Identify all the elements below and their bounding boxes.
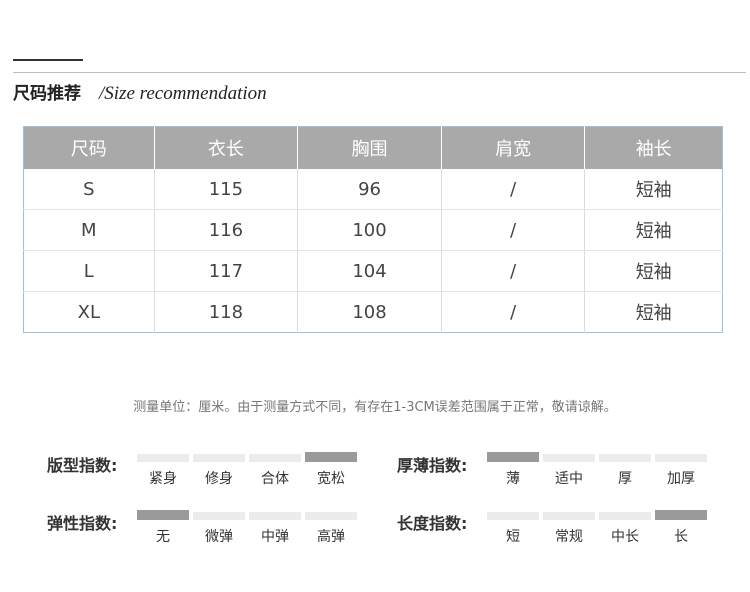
thickness-option-bar: [487, 452, 539, 462]
header-chest: 胸围: [297, 126, 442, 169]
cell-length: 118: [154, 291, 299, 333]
fit-index-label: 版型指数:: [47, 456, 118, 475]
elasticity-option: 中弹: [249, 512, 301, 546]
section-title: 尺码推荐 /Size recommendation: [13, 79, 267, 105]
length-option: 短: [487, 512, 539, 546]
cell-size: L: [23, 250, 155, 292]
cell-chest: 104: [297, 250, 442, 292]
elasticity-option-label: 无: [156, 529, 170, 545]
cell-shoulder: /: [441, 209, 586, 251]
fit-option-label: 宽松: [317, 471, 345, 487]
header-length: 衣长: [154, 126, 299, 169]
cell-size: XL: [23, 291, 155, 333]
fit-option: 合体: [249, 454, 301, 488]
cell-shoulder: /: [441, 291, 586, 333]
fit-option: 宽松: [305, 452, 357, 488]
cell-chest: 96: [297, 169, 442, 210]
cell-length: 117: [154, 250, 299, 292]
measurement-note: 测量单位：厘米。由于测量方式不同，有存在1-3CM误差范围属于正常，敬请谅解。: [133, 400, 617, 415]
length-option-bar: [599, 512, 651, 520]
cell-sleeve: 短袖: [584, 250, 723, 292]
title-english: /Size recommendation: [99, 83, 267, 104]
title-chinese: 尺码推荐: [13, 84, 81, 104]
fit-option-label: 修身: [205, 471, 233, 487]
elasticity-index-label: 弹性指数:: [47, 514, 118, 533]
length-option-label: 中长: [611, 529, 639, 545]
thickness-option-bar: [599, 454, 651, 462]
thickness-index-label: 厚薄指数:: [397, 456, 468, 475]
thickness-option-bar: [543, 454, 595, 462]
cell-sleeve: 短袖: [584, 209, 723, 251]
thickness-option-label: 薄: [506, 471, 520, 487]
elasticity-option: 高弹: [305, 512, 357, 546]
cell-length: 116: [154, 209, 299, 251]
thickness-option: 厚: [599, 454, 651, 488]
length-option: 常规: [543, 512, 595, 546]
thickness-option: 加厚: [655, 454, 707, 488]
header-shoulder: 肩宽: [441, 126, 586, 169]
length-option-bar: [487, 512, 539, 520]
length-option-bar: [655, 510, 707, 520]
fit-option-bar: [305, 452, 357, 462]
size-table: 尺码 衣长 胸围 肩宽 袖长 S 115 96 / 短袖 M 116 100 /…: [23, 126, 723, 333]
cell-chest: 108: [297, 291, 442, 333]
thickness-option: 薄: [487, 452, 539, 488]
cell-size: S: [23, 169, 155, 210]
cell-chest: 100: [297, 209, 442, 251]
length-option-label: 常规: [555, 529, 583, 545]
elasticity-option-bar: [193, 512, 245, 520]
elasticity-option: 无: [137, 510, 189, 546]
elasticity-option-label: 高弹: [317, 529, 345, 545]
elasticity-option-label: 微弹: [205, 529, 233, 545]
length-option: 中长: [599, 512, 651, 546]
fit-option-bar: [137, 454, 189, 462]
table-row: L 117 104 / 短袖: [23, 250, 723, 292]
cell-shoulder: /: [441, 169, 586, 210]
fit-option: 修身: [193, 454, 245, 488]
cell-shoulder: /: [441, 250, 586, 292]
thickness-option: 适中: [543, 454, 595, 488]
table-header-row: 尺码 衣长 胸围 肩宽 袖长: [23, 126, 723, 169]
thickness-option-label: 适中: [555, 471, 583, 487]
cell-sleeve: 短袖: [635, 303, 672, 324]
elasticity-option: 微弹: [193, 512, 245, 546]
cell-length: 115: [154, 169, 299, 210]
length-option-label: 短: [506, 529, 520, 545]
length-option: 长: [655, 510, 707, 546]
table-row: S 115 96 / 短袖: [23, 169, 723, 210]
title-divider: [13, 72, 746, 73]
elasticity-option-label: 中弹: [261, 529, 289, 545]
fit-option-bar: [193, 454, 245, 462]
cell-size: M: [23, 209, 155, 251]
elasticity-option-bar: [249, 512, 301, 520]
thickness-option-bar: [655, 454, 707, 462]
fit-option-label: 合体: [261, 471, 289, 487]
fit-option-label: 紧身: [149, 471, 177, 487]
elasticity-option-bar: [137, 510, 189, 520]
thickness-option-label: 加厚: [667, 471, 695, 487]
length-option-bar: [543, 512, 595, 520]
fit-option-bar: [249, 454, 301, 462]
length-index-label: 长度指数:: [397, 514, 468, 533]
fit-option: 紧身: [137, 454, 189, 488]
cell-sleeve: 短袖: [584, 169, 723, 210]
elasticity-option-bar: [305, 512, 357, 520]
length-option-label: 长: [674, 529, 688, 545]
title-accent-line: [13, 59, 83, 61]
header-sleeve: 袖长: [584, 126, 723, 169]
table-row: M 116 100 / 短袖: [23, 209, 723, 251]
thickness-option-label: 厚: [618, 471, 632, 487]
table-row: XL 118 108 / 短袖: [23, 291, 723, 333]
header-size: 尺码: [23, 126, 155, 169]
